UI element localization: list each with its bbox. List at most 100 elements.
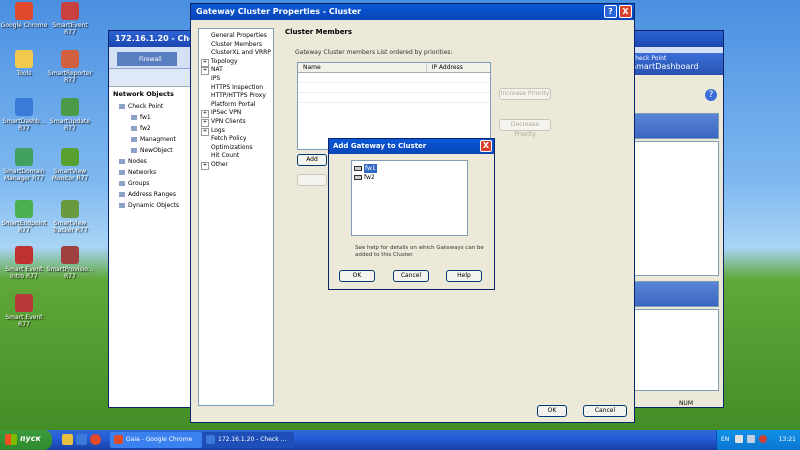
nav-item[interactable]: General Properties bbox=[199, 32, 273, 41]
gateway-name: fw2 bbox=[364, 174, 375, 181]
tree-item[interactable]: Check Point bbox=[109, 101, 194, 112]
desktop-icon-label: SmartReporter R77 bbox=[47, 70, 93, 84]
desktop-icon[interactable]: Smart Event R77 bbox=[0, 294, 48, 328]
desktop-icon-label: Smart Event R77 bbox=[5, 314, 43, 328]
tree-item-label: fw2 bbox=[140, 125, 151, 132]
tray-icon[interactable] bbox=[747, 435, 755, 443]
tree-item[interactable]: Address Ranges bbox=[109, 189, 194, 200]
tree-item-label: Managment bbox=[140, 136, 176, 143]
nav-item[interactable]: Fetch Policy bbox=[199, 135, 273, 144]
ok-button[interactable]: OK bbox=[537, 405, 567, 417]
nav-item[interactable]: Logs bbox=[199, 127, 273, 136]
desktop-icon[interactable]: SmartEvent R77 bbox=[46, 2, 94, 36]
nav-item[interactable]: NAT bbox=[199, 66, 273, 75]
add-gateway-dialog[interactable]: Add Gateway to Cluster X fw1 fw2 See help… bbox=[328, 138, 495, 290]
ok-button[interactable]: OK bbox=[339, 270, 375, 282]
nav-item[interactable]: VPN Clients bbox=[199, 118, 273, 127]
gateway-list[interactable]: fw1 fw2 bbox=[351, 160, 468, 236]
tree-item[interactable]: Dynamic Objects bbox=[109, 200, 194, 211]
tree-item[interactable]: fw1 bbox=[109, 112, 194, 123]
increase-priority-button[interactable]: Increase Priority bbox=[499, 88, 551, 100]
network-object-icon bbox=[131, 148, 137, 153]
network-object-icon bbox=[131, 126, 137, 131]
tree-item[interactable]: fw2 bbox=[109, 123, 194, 134]
desktop-icon[interactable]: SmartReporter R77 bbox=[46, 50, 94, 84]
status-num: NUM bbox=[678, 400, 693, 407]
cancel-button[interactable]: Cancel bbox=[393, 270, 429, 282]
right-panel-bottom bbox=[629, 309, 719, 391]
col-ip-header[interactable]: IP Address bbox=[427, 63, 490, 72]
taskbar-button[interactable]: 172.16.1.20 - Check ... bbox=[202, 432, 294, 448]
nav-item[interactable]: IPS bbox=[199, 75, 273, 84]
start-button[interactable]: пуск bbox=[0, 430, 52, 450]
nav-item[interactable]: IPSec VPN bbox=[199, 109, 273, 118]
app-icon bbox=[61, 200, 79, 218]
network-object-icon bbox=[119, 203, 125, 208]
tree-item-label: Check Point bbox=[128, 103, 164, 110]
close-button[interactable]: X bbox=[480, 140, 492, 152]
help-button[interactable]: ? bbox=[604, 5, 617, 18]
desktop-icon-label: SmartDomain Manager R77 bbox=[3, 168, 45, 182]
tab-firewall[interactable]: Firewall bbox=[117, 52, 177, 66]
tray-icon[interactable] bbox=[735, 435, 743, 443]
tree-item-label: Nodes bbox=[128, 158, 147, 165]
network-object-icon bbox=[131, 137, 137, 142]
nav-item[interactable]: Topology bbox=[199, 58, 273, 67]
secondary-button[interactable] bbox=[297, 174, 327, 186]
network-object-icon bbox=[119, 170, 125, 175]
desktop-icon[interactable]: SmartProvisio... R77 bbox=[46, 246, 94, 280]
properties-nav-tree: General Properties Cluster Members Cluster… bbox=[198, 28, 274, 406]
tree-item[interactable]: Managment bbox=[109, 134, 194, 145]
desktop-icon[interactable]: SmartDomain Manager R77 bbox=[0, 148, 48, 182]
system-tray: EN 13:21 bbox=[716, 430, 800, 450]
nav-item[interactable]: Platform Portal bbox=[199, 101, 273, 110]
desktop-icon[interactable]: SmartEndpoint R77 bbox=[0, 200, 48, 234]
desktop-icon[interactable]: SmartView Monitor R77 bbox=[46, 148, 94, 182]
desktop-icon[interactable]: Google Chrome bbox=[0, 2, 48, 29]
nav-item[interactable]: Other bbox=[199, 161, 273, 170]
close-button[interactable]: X bbox=[619, 5, 632, 18]
nav-item[interactable]: Optimizations bbox=[199, 144, 273, 153]
explorer-quicklaunch-icon[interactable] bbox=[62, 434, 73, 445]
tree-item-label: Groups bbox=[128, 180, 150, 187]
tree-item[interactable]: Networks bbox=[109, 167, 194, 178]
tray-icon[interactable] bbox=[759, 435, 767, 443]
desktop-icon[interactable]: Tools bbox=[0, 50, 48, 77]
taskbar-button[interactable]: Gaia - Google Chrome bbox=[110, 432, 202, 448]
col-name-header[interactable]: Name bbox=[298, 63, 427, 72]
app-icon bbox=[114, 435, 123, 444]
ie-quicklaunch-icon[interactable] bbox=[76, 434, 87, 445]
language-indicator[interactable]: EN bbox=[721, 436, 729, 443]
network-object-icon bbox=[119, 181, 125, 186]
nav-item[interactable]: HTTPS Inspection bbox=[199, 84, 273, 93]
nav-item[interactable]: ClusterXL and VRRP bbox=[199, 49, 273, 58]
tree-item[interactable]: Nodes bbox=[109, 156, 194, 167]
nav-item[interactable]: HTTP/HTTPS Proxy bbox=[199, 92, 273, 101]
help-button[interactable]: Help bbox=[446, 270, 482, 282]
app-icon bbox=[15, 148, 33, 166]
chrome-quicklaunch-icon[interactable] bbox=[90, 434, 101, 445]
desktop-icon[interactable]: SmartView Tracker R77 bbox=[46, 200, 94, 234]
tree-item[interactable]: NewObject bbox=[109, 145, 194, 156]
decrease-priority-button[interactable]: Decrease Priority bbox=[499, 119, 551, 138]
app-icon bbox=[15, 50, 33, 68]
gateway-item[interactable]: fw2 bbox=[354, 173, 465, 182]
members-label: Gateway Cluster members List ordered by … bbox=[295, 49, 453, 56]
cancel-button[interactable]: Cancel bbox=[583, 405, 627, 417]
app-icon bbox=[15, 2, 33, 20]
right-panel-header bbox=[629, 113, 719, 139]
desktop-icon[interactable]: SmartUpdate R77 bbox=[46, 98, 94, 132]
desktop-icon-label: SmartView Tracker R77 bbox=[52, 220, 88, 234]
nav-item[interactable]: Hit Count bbox=[199, 152, 273, 161]
tree-item[interactable]: Groups bbox=[109, 178, 194, 189]
desktop-icon-label: Google Chrome bbox=[0, 22, 48, 29]
tree-item-label: NewObject bbox=[140, 147, 173, 154]
cluster-members-table[interactable]: Name IP Address bbox=[297, 62, 491, 150]
nav-item[interactable]: Cluster Members bbox=[199, 41, 273, 50]
help-icon[interactable]: ? bbox=[705, 89, 717, 101]
desktop-icon[interactable]: Smart Event Intro R77 bbox=[0, 246, 48, 280]
gateway-item[interactable]: fw1 bbox=[354, 164, 465, 173]
help-text: See help for details on which Gateways c… bbox=[355, 245, 484, 258]
add-button[interactable]: Add bbox=[297, 154, 327, 166]
desktop-icon[interactable]: SmartDashb... R77 bbox=[0, 98, 48, 132]
